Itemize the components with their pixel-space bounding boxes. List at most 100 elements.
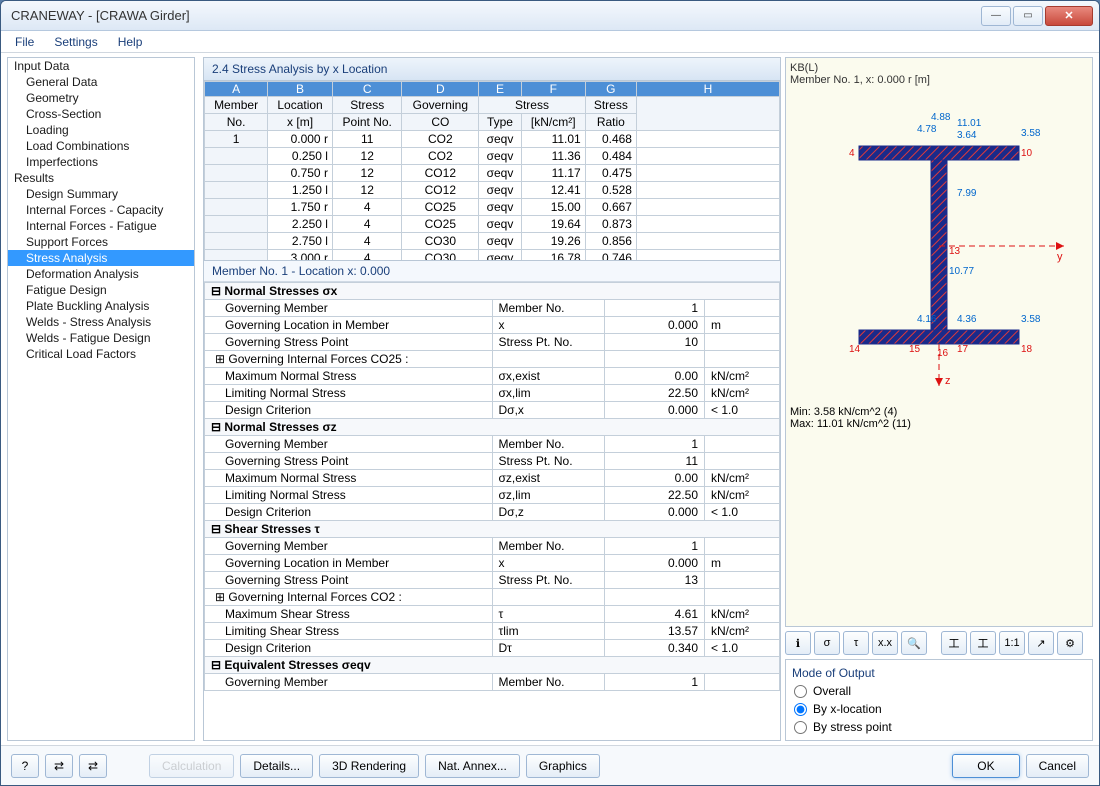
preview-toolbar: ℹ σ τ x.x 🔍 工 工 1:1 ↗ ⚙ xyxy=(785,631,1093,655)
import-button[interactable]: ⇄ xyxy=(79,754,107,778)
hdr-co: CO xyxy=(402,114,479,131)
preview-minmax: Min: 3.58 kN/cm^2 (4) Max: 11.01 kN/cm^2… xyxy=(790,406,1088,430)
col-a[interactable]: A xyxy=(205,82,268,97)
svg-text:15: 15 xyxy=(909,344,921,355)
svg-text:16: 16 xyxy=(937,348,949,359)
graphics-button[interactable]: Graphics xyxy=(526,754,600,778)
help-button[interactable]: ? xyxy=(11,754,39,778)
nav-loading[interactable]: Loading xyxy=(8,122,194,138)
nav-load-combinations[interactable]: Load Combinations xyxy=(8,138,194,154)
hdr-ratio: Ratio xyxy=(585,114,636,131)
radio-byx[interactable]: By x-location xyxy=(790,700,1088,718)
svg-text:3.58: 3.58 xyxy=(1021,314,1041,325)
nav-results[interactable]: Results xyxy=(8,170,194,186)
table-row[interactable]: 3.000 r4CO30σeqv16.780.746 xyxy=(205,250,780,262)
zoom-icon[interactable]: 🔍 xyxy=(901,631,927,655)
nav-input-data[interactable]: Input Data xyxy=(8,58,194,74)
rendering-button[interactable]: 3D Rendering xyxy=(319,754,419,778)
main-panel: 2.4 Stress Analysis by x Location A B C … xyxy=(203,57,781,741)
menubar: File Settings Help xyxy=(1,31,1099,53)
mode-panel: Mode of Output Overall By x-location By … xyxy=(785,659,1093,741)
nav-tree[interactable]: Input Data General Data Geometry Cross-S… xyxy=(7,57,195,741)
table-row[interactable]: 10.000 r11CO2σeqv11.010.468 xyxy=(205,131,780,148)
table-row[interactable]: 1.750 r4CO25σeqv15.000.667 xyxy=(205,199,780,216)
annex-button[interactable]: Nat. Annex... xyxy=(425,754,520,778)
maximize-button[interactable]: ▭ xyxy=(1013,6,1043,26)
detail-wrap[interactable]: ⊟ Normal Stresses σx Governing MemberMem… xyxy=(204,282,780,740)
col-e[interactable]: E xyxy=(479,82,522,97)
right-panel: KB(L) Member No. 1, x: 0.000 r [m] xyxy=(785,57,1093,741)
svg-text:17: 17 xyxy=(957,344,969,355)
nav-if-capacity[interactable]: Internal Forces - Capacity xyxy=(8,202,194,218)
svg-text:3.64: 3.64 xyxy=(957,130,977,141)
window-title: CRANEWAY - [CRAWA Girder] xyxy=(11,8,190,23)
minimize-button[interactable]: — xyxy=(981,6,1011,26)
app-window: CRANEWAY - [CRAWA Girder] — ▭ ✕ File Set… xyxy=(0,0,1100,786)
nav-welds-stress[interactable]: Welds - Stress Analysis xyxy=(8,314,194,330)
hdr-stress2: Stress xyxy=(479,97,586,114)
group-eqv: ⊟ Equivalent Stresses σeqv xyxy=(205,657,780,674)
nav-if-fatigue[interactable]: Internal Forces - Fatigue xyxy=(8,218,194,234)
svg-text:y: y xyxy=(1057,251,1063,263)
nav-general-data[interactable]: General Data xyxy=(8,74,194,90)
calculation-button[interactable]: Calculation xyxy=(149,754,234,778)
nav-design-summary[interactable]: Design Summary xyxy=(8,186,194,202)
cancel-button[interactable]: Cancel xyxy=(1026,754,1089,778)
menu-help[interactable]: Help xyxy=(110,33,151,50)
nav-plate-buckling[interactable]: Plate Buckling Analysis xyxy=(8,298,194,314)
hdr-type: Type xyxy=(479,114,522,131)
close-button[interactable]: ✕ xyxy=(1045,6,1093,26)
menu-settings[interactable]: Settings xyxy=(46,33,105,50)
info-icon[interactable]: ℹ xyxy=(785,631,811,655)
nav-crit-load[interactable]: Critical Load Factors xyxy=(8,346,194,362)
ok-button[interactable]: OK xyxy=(952,754,1019,778)
preview-max: Max: 11.01 kN/cm^2 (11) xyxy=(790,418,1088,430)
results-grid-wrap[interactable]: A B C D E F G H Member Location Stress G… xyxy=(204,81,780,261)
section1-icon[interactable]: 工 xyxy=(941,631,967,655)
table-row[interactable]: 2.750 l4CO30σeqv19.260.856 xyxy=(205,233,780,250)
settings-icon[interactable]: ⚙ xyxy=(1057,631,1083,655)
nav-geometry[interactable]: Geometry xyxy=(8,90,194,106)
svg-text:14: 14 xyxy=(849,344,861,355)
tau-icon[interactable]: τ xyxy=(843,631,869,655)
svg-text:7.99: 7.99 xyxy=(957,188,977,199)
radio-overall[interactable]: Overall xyxy=(790,682,1088,700)
table-row[interactable]: 0.750 r12CO12σeqv11.170.475 xyxy=(205,165,780,182)
export-button[interactable]: ⇄ xyxy=(45,754,73,778)
hdr-member: Member xyxy=(205,97,268,114)
svg-text:10.77: 10.77 xyxy=(949,266,974,277)
table-row[interactable]: 1.250 l12CO12σeqv12.410.528 xyxy=(205,182,780,199)
sigma-icon[interactable]: σ xyxy=(814,631,840,655)
col-b[interactable]: B xyxy=(268,82,333,97)
col-c[interactable]: C xyxy=(332,82,402,97)
nav-stress-analysis[interactable]: Stress Analysis xyxy=(8,250,194,266)
axes-icon[interactable]: ↗ xyxy=(1028,631,1054,655)
section-preview[interactable]: KB(L) Member No. 1, x: 0.000 r [m] xyxy=(785,57,1093,627)
results-grid[interactable]: A B C D E F G H Member Location Stress G… xyxy=(204,81,780,261)
titlebar: CRANEWAY - [CRAWA Girder] — ▭ ✕ xyxy=(1,1,1099,31)
scale-icon[interactable]: 1:1 xyxy=(999,631,1025,655)
main-title: 2.4 Stress Analysis by x Location xyxy=(204,58,780,81)
table-row[interactable]: 0.250 l12CO2σeqv11.360.484 xyxy=(205,148,780,165)
xxx-icon[interactable]: x.x xyxy=(872,631,898,655)
nav-cross-section[interactable]: Cross-Section xyxy=(8,106,194,122)
nav-support-forces[interactable]: Support Forces xyxy=(8,234,194,250)
radio-bysp[interactable]: By stress point xyxy=(790,718,1088,736)
nav-imperfections[interactable]: Imperfections xyxy=(8,154,194,170)
group-ss: ⊟ Shear Stresses τ xyxy=(205,521,780,538)
menu-file[interactable]: File xyxy=(7,33,42,50)
svg-text:4.88: 4.88 xyxy=(931,112,951,123)
content-area: Input Data General Data Geometry Cross-S… xyxy=(1,53,1099,745)
nav-fatigue-design[interactable]: Fatigue Design xyxy=(8,282,194,298)
details-button[interactable]: Details... xyxy=(240,754,313,778)
col-f[interactable]: F xyxy=(521,82,585,97)
col-g[interactable]: G xyxy=(585,82,636,97)
hdr-ptno: Point No. xyxy=(332,114,402,131)
col-h[interactable]: H xyxy=(636,82,779,97)
hdr-governing: Governing xyxy=(402,97,479,114)
col-d[interactable]: D xyxy=(402,82,479,97)
section2-icon[interactable]: 工 xyxy=(970,631,996,655)
nav-deformation[interactable]: Deformation Analysis xyxy=(8,266,194,282)
nav-welds-fatigue[interactable]: Welds - Fatigue Design xyxy=(8,330,194,346)
table-row[interactable]: 2.250 l4CO25σeqv19.640.873 xyxy=(205,216,780,233)
